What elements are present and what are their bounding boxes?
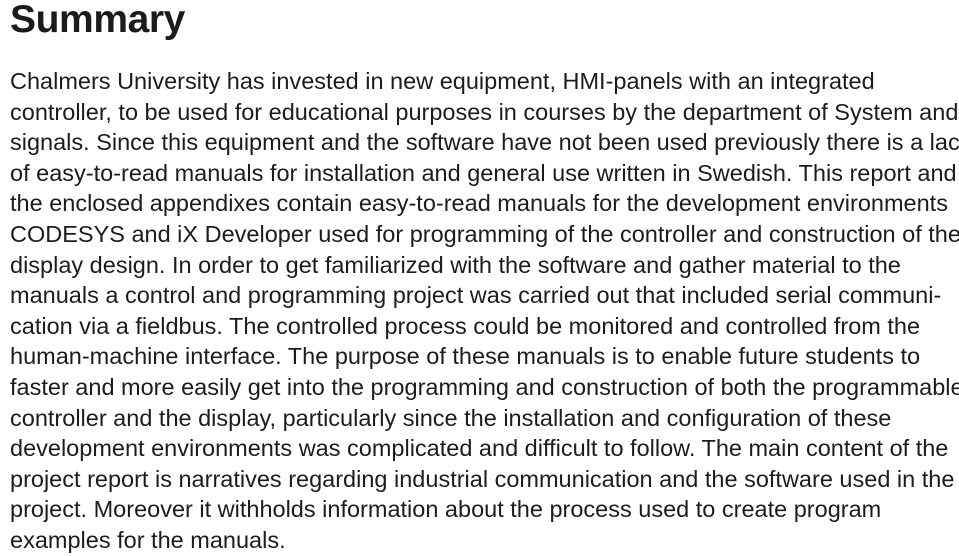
- paragraph-line: of easy-to-read manuals for installation…: [10, 159, 957, 186]
- paragraph-line: project report is narratives regarding i…: [10, 465, 955, 492]
- paragraph-line: development environments was complicated…: [10, 435, 949, 462]
- paragraph-line: examples for the manuals.: [10, 526, 286, 553]
- page-title: Summary: [10, 0, 185, 41]
- paragraph-line: cation via a fieldbus. The controlled pr…: [10, 312, 921, 339]
- paragraph-line: the enclosed appendixes contain easy-to-…: [10, 190, 948, 217]
- paragraph-line: faster and more easily get into the prog…: [10, 373, 959, 400]
- paragraph-line: controller, to be used for educational p…: [10, 98, 959, 125]
- paragraph-line: signals. Since this equipment and the so…: [10, 129, 959, 156]
- document-page: Summary Chalmers University has invested…: [0, 0, 959, 556]
- summary-paragraph: Chalmers University has invested in new …: [10, 66, 959, 556]
- paragraph-line: controller and the display, particularly…: [10, 404, 892, 431]
- paragraph-line: project. Moreover it withholds informati…: [10, 496, 882, 523]
- paragraph-line: manuals a control and programming projec…: [10, 282, 942, 309]
- paragraph-line: Chalmers University has invested in new …: [10, 68, 875, 94]
- paragraph-line: human-machine interface. The purpose of …: [10, 343, 921, 370]
- paragraph-line: CODESYS and iX Developer used for progra…: [10, 220, 959, 247]
- paragraph-line: display design. In order to get familiar…: [10, 251, 901, 278]
